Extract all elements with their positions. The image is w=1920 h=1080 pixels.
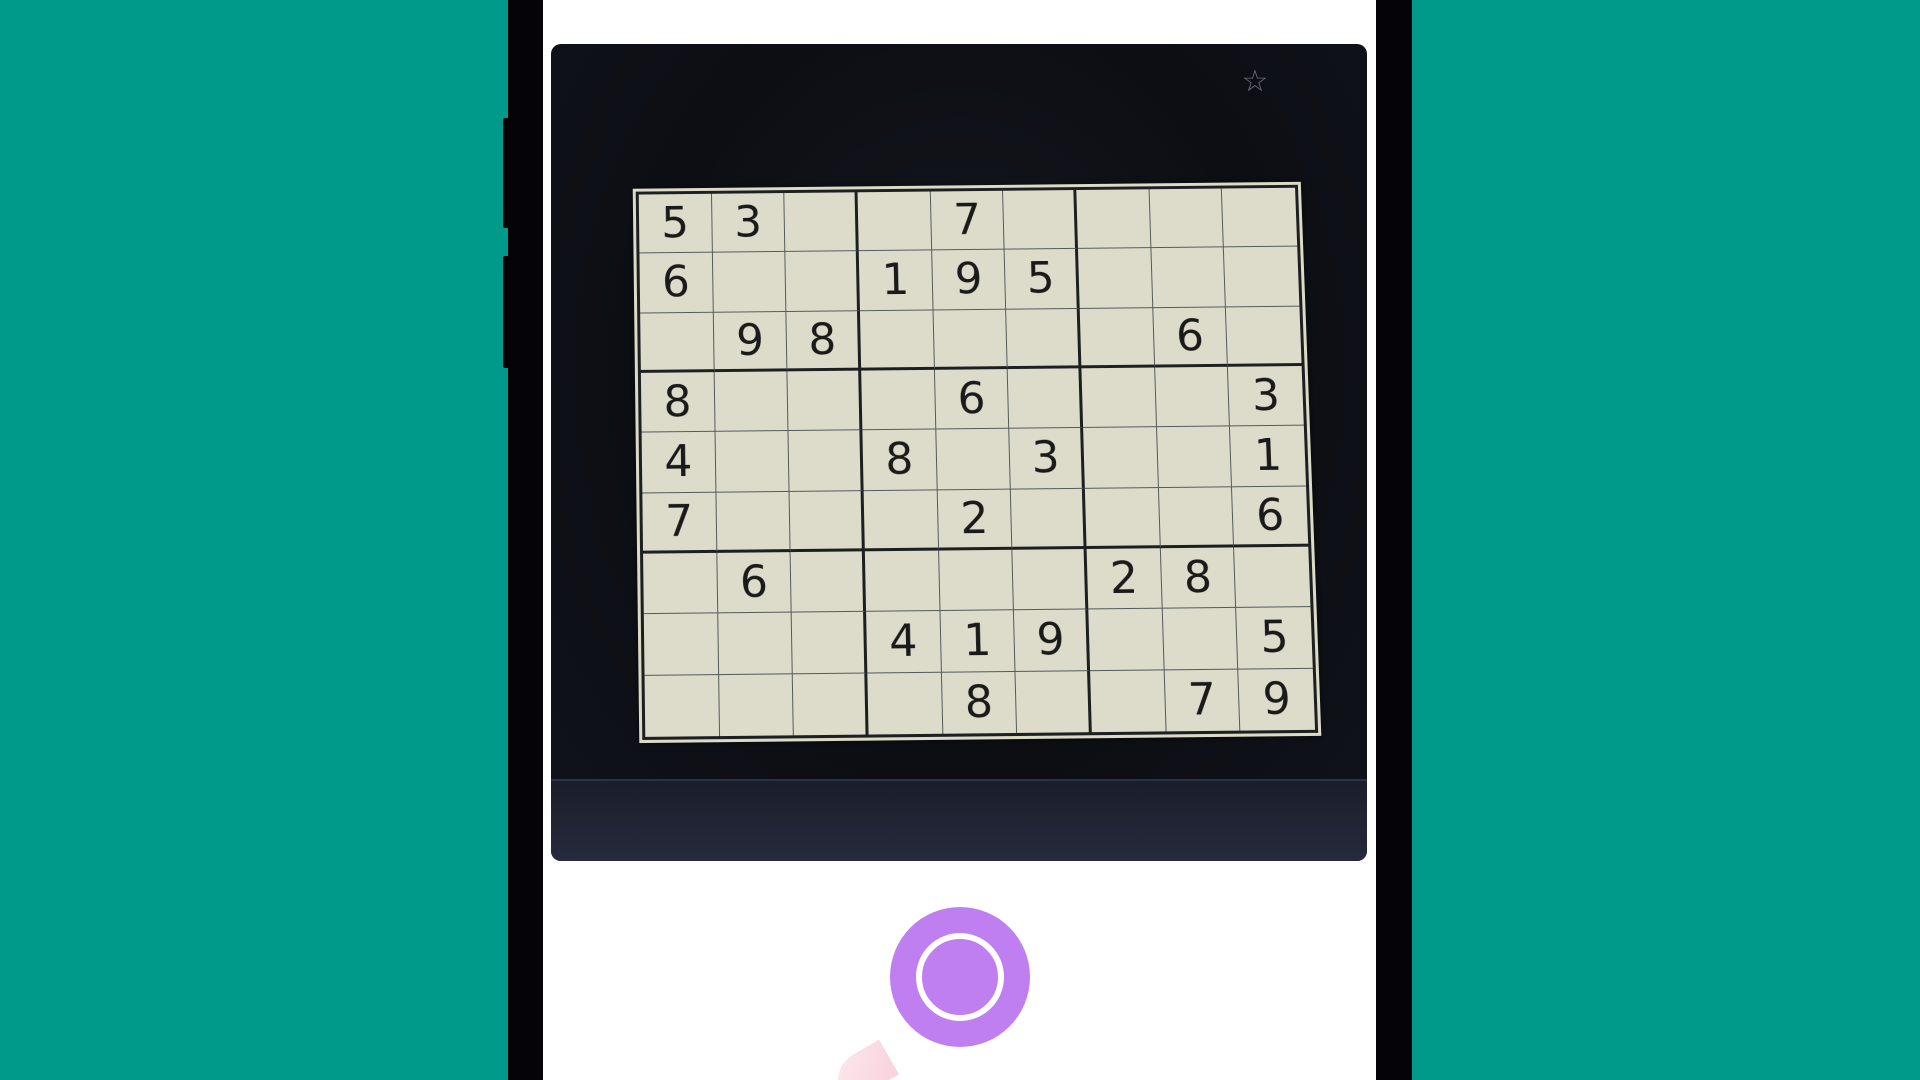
sudoku-cell-r3-c4 [860,310,935,370]
camera-viewfinder[interactable]: ☆ 537619598686348317266284195879 [551,44,1367,861]
sudoku-cell-r4-c7 [1081,368,1156,429]
sudoku-cell-r6-c3 [790,491,865,552]
sudoku-cell-r8-c6: 9 [1014,610,1090,672]
sudoku-cell-r3-c2: 9 [713,312,787,372]
sudoku-cell-r9-c1 [645,675,720,737]
sudoku-cell-r6-c6 [1011,488,1086,549]
sudoku-cell-r7-c4 [865,551,940,613]
viewfinder-bottom-bar [551,779,1367,861]
sudoku-cell-r3-c5 [933,309,1008,369]
sudoku-cell-r8-c9: 5 [1236,607,1312,669]
sudoku-cell-r2-c5: 9 [932,250,1007,310]
sudoku-cell-r9-c2 [719,674,794,736]
sudoku-cell-r6-c1: 7 [642,492,717,553]
sudoku-cell-r5-c5 [936,429,1011,490]
sudoku-cell-r2-c9 [1224,247,1299,307]
sudoku-cell-r5-c7 [1083,427,1158,488]
sudoku-cell-r7-c7: 2 [1087,548,1163,610]
sudoku-cell-r5-c2 [715,431,790,492]
sudoku-cell-r8-c3 [792,612,867,674]
sudoku-puzzle-photo: 537619598686348317266284195879 [633,182,1322,743]
sudoku-cell-r6-c7 [1085,488,1161,549]
sudoku-cell-r8-c5: 1 [940,611,1016,673]
sudoku-cell-r3-c6 [1006,309,1081,369]
sudoku-cell-r2-c3 [786,251,860,311]
sudoku-cell-r3-c8: 6 [1153,307,1228,367]
sudoku-cell-r4-c8 [1155,367,1230,428]
sudoku-cell-r9-c3 [793,673,868,735]
sudoku-cell-r3-c7 [1080,308,1155,368]
sudoku-cell-r7-c8: 8 [1160,547,1236,609]
sudoku-cell-r7-c5 [939,550,1014,612]
sudoku-cell-r9-c5: 8 [942,672,1018,734]
sudoku-cell-r4-c1: 8 [641,372,715,433]
pink-decoration [827,1040,899,1080]
sudoku-cell-r6-c4 [864,490,939,551]
background: { "camera": { "favorite_icon": "star-ico… [0,0,1920,1080]
shutter-ring-icon [916,933,1004,1021]
shutter-button[interactable] [890,907,1030,1047]
sudoku-cell-r4-c3 [788,371,863,432]
sudoku-cell-r6-c9: 6 [1232,486,1308,547]
sudoku-cell-r2-c7 [1078,248,1153,308]
sudoku-cell-r5-c1: 4 [642,432,716,493]
sudoku-cell-r6-c2 [716,492,791,553]
sudoku-cell-r1-c8 [1149,189,1224,249]
sudoku-cell-r9-c6 [1016,671,1092,733]
sudoku-cell-r3-c1 [640,312,714,372]
sudoku-cell-r5-c6: 3 [1010,428,1085,489]
sudoku-cell-r7-c1 [643,553,718,615]
sudoku-cell-r1-c6 [1003,190,1078,250]
sudoku-cell-r2-c4: 1 [859,251,933,311]
sudoku-cell-r5-c3 [789,431,864,492]
sudoku-cell-r8-c4: 4 [866,611,941,673]
sudoku-cell-r2-c1: 6 [639,253,713,313]
sudoku-cell-r4-c2 [714,371,788,432]
sudoku-cell-r9-c9: 9 [1239,668,1315,730]
sudoku-cell-r9-c7 [1090,670,1166,732]
sudoku-cell-r3-c9 [1226,306,1301,366]
sudoku-cell-r4-c5: 6 [935,369,1010,430]
sudoku-cell-r8-c8 [1162,608,1238,670]
sudoku-cell-r8-c1 [644,614,719,676]
sudoku-cell-r7-c2: 6 [717,552,792,614]
sudoku-cell-r1-c7 [1076,189,1151,249]
sudoku-cell-r9-c8: 7 [1164,669,1240,731]
sudoku-cell-r6-c8 [1159,487,1235,548]
sudoku-cell-r1-c2: 3 [712,193,786,253]
sudoku-cell-r3-c3: 8 [787,311,861,371]
sudoku-cell-r1-c5: 7 [930,191,1004,251]
sudoku-cell-r1-c9 [1222,188,1297,248]
phone-screen: ☆ 537619598686348317266284195879 [543,0,1376,1080]
sudoku-cell-r4-c4 [861,370,936,431]
sudoku-grid: 537619598686348317266284195879 [636,185,1318,740]
sudoku-cell-r5-c9: 1 [1230,426,1306,487]
sudoku-cell-r4-c6 [1008,368,1083,429]
sudoku-cell-r1-c1: 5 [639,194,713,254]
star-icon[interactable]: ☆ [1235,62,1275,102]
sudoku-cell-r6-c5: 2 [937,489,1012,550]
sudoku-cell-r4-c9: 3 [1228,366,1304,427]
sudoku-cell-r7-c9 [1234,547,1310,609]
sudoku-cell-r8-c2 [718,613,793,675]
sudoku-cell-r2-c6: 5 [1005,249,1080,309]
sudoku-cell-r8-c7 [1088,609,1164,671]
sudoku-cell-r1-c3 [785,192,859,252]
sudoku-cell-r5-c8 [1157,427,1233,488]
sudoku-cell-r2-c2 [713,252,787,312]
sudoku-cell-r7-c3 [791,551,866,613]
sudoku-cell-r5-c4: 8 [862,430,937,491]
sudoku-cell-r7-c6 [1013,549,1089,611]
sudoku-cell-r1-c4 [858,192,932,252]
sudoku-cell-r9-c4 [867,672,943,734]
sudoku-cell-r2-c8 [1151,248,1226,308]
